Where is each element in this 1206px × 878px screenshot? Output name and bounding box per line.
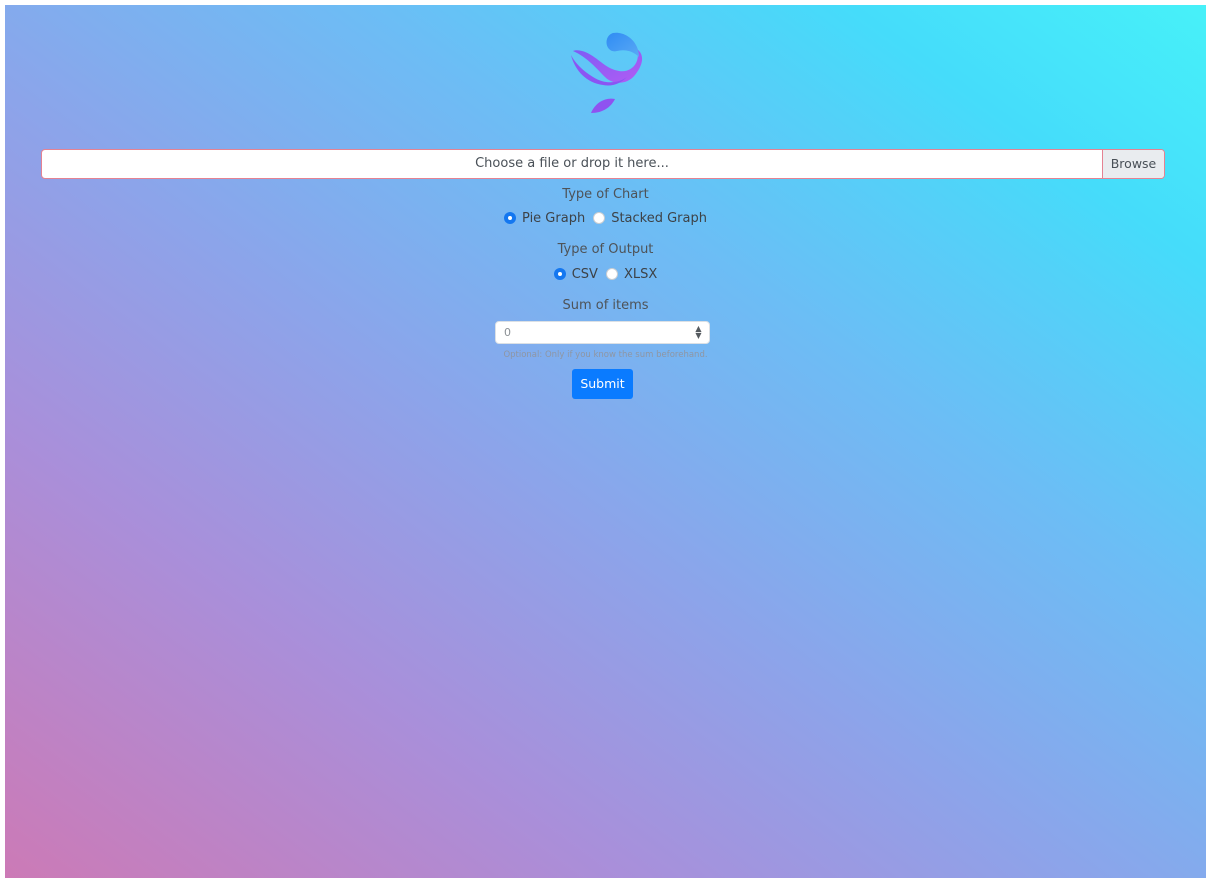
radio-label-xlsx[interactable]: XLSX	[624, 267, 657, 282]
submit-button[interactable]: Submit	[572, 369, 633, 399]
radio-xlsx[interactable]: XLSX	[605, 267, 657, 282]
radio-unselected-icon[interactable]	[605, 268, 618, 280]
output-type-radio-group: CSV XLSX	[5, 265, 1206, 283]
radio-label-csv[interactable]: CSV	[572, 267, 598, 282]
sum-help-text: Optional: Only if you know the sum befor…	[503, 350, 708, 360]
radio-selected-icon[interactable]	[504, 212, 517, 224]
radio-csv[interactable]: CSV	[553, 267, 598, 282]
radio-label-stacked-graph[interactable]: Stacked Graph	[611, 211, 707, 226]
browse-button[interactable]: Browse	[1102, 150, 1164, 178]
radio-unselected-icon[interactable]	[593, 212, 606, 224]
radio-pie-graph[interactable]: Pie Graph	[504, 211, 585, 226]
brand-logo-icon	[571, 32, 643, 113]
file-upload-input[interactable]: Choose a file or drop it here... Browse	[41, 149, 1165, 179]
radio-selected-icon[interactable]	[553, 268, 566, 280]
sum-of-items-value[interactable]: 0	[504, 326, 511, 339]
sum-of-items-label: Sum of items	[562, 298, 649, 313]
file-upload-placeholder[interactable]: Choose a file or drop it here...	[42, 150, 1102, 178]
app-viewport: Choose a file or drop it here... Browse …	[5, 5, 1206, 878]
radio-label-pie-graph[interactable]: Pie Graph	[522, 211, 585, 226]
chart-type-radio-group: Pie Graph Stacked Graph	[5, 209, 1206, 227]
number-spinner-icon[interactable]: ▲ ▼	[694, 325, 703, 340]
chart-type-label: Type of Chart	[562, 187, 649, 202]
radio-stacked-graph[interactable]: Stacked Graph	[593, 211, 707, 226]
output-type-label: Type of Output	[557, 242, 654, 257]
sum-of-items-input[interactable]: 0 ▲ ▼	[495, 321, 710, 344]
